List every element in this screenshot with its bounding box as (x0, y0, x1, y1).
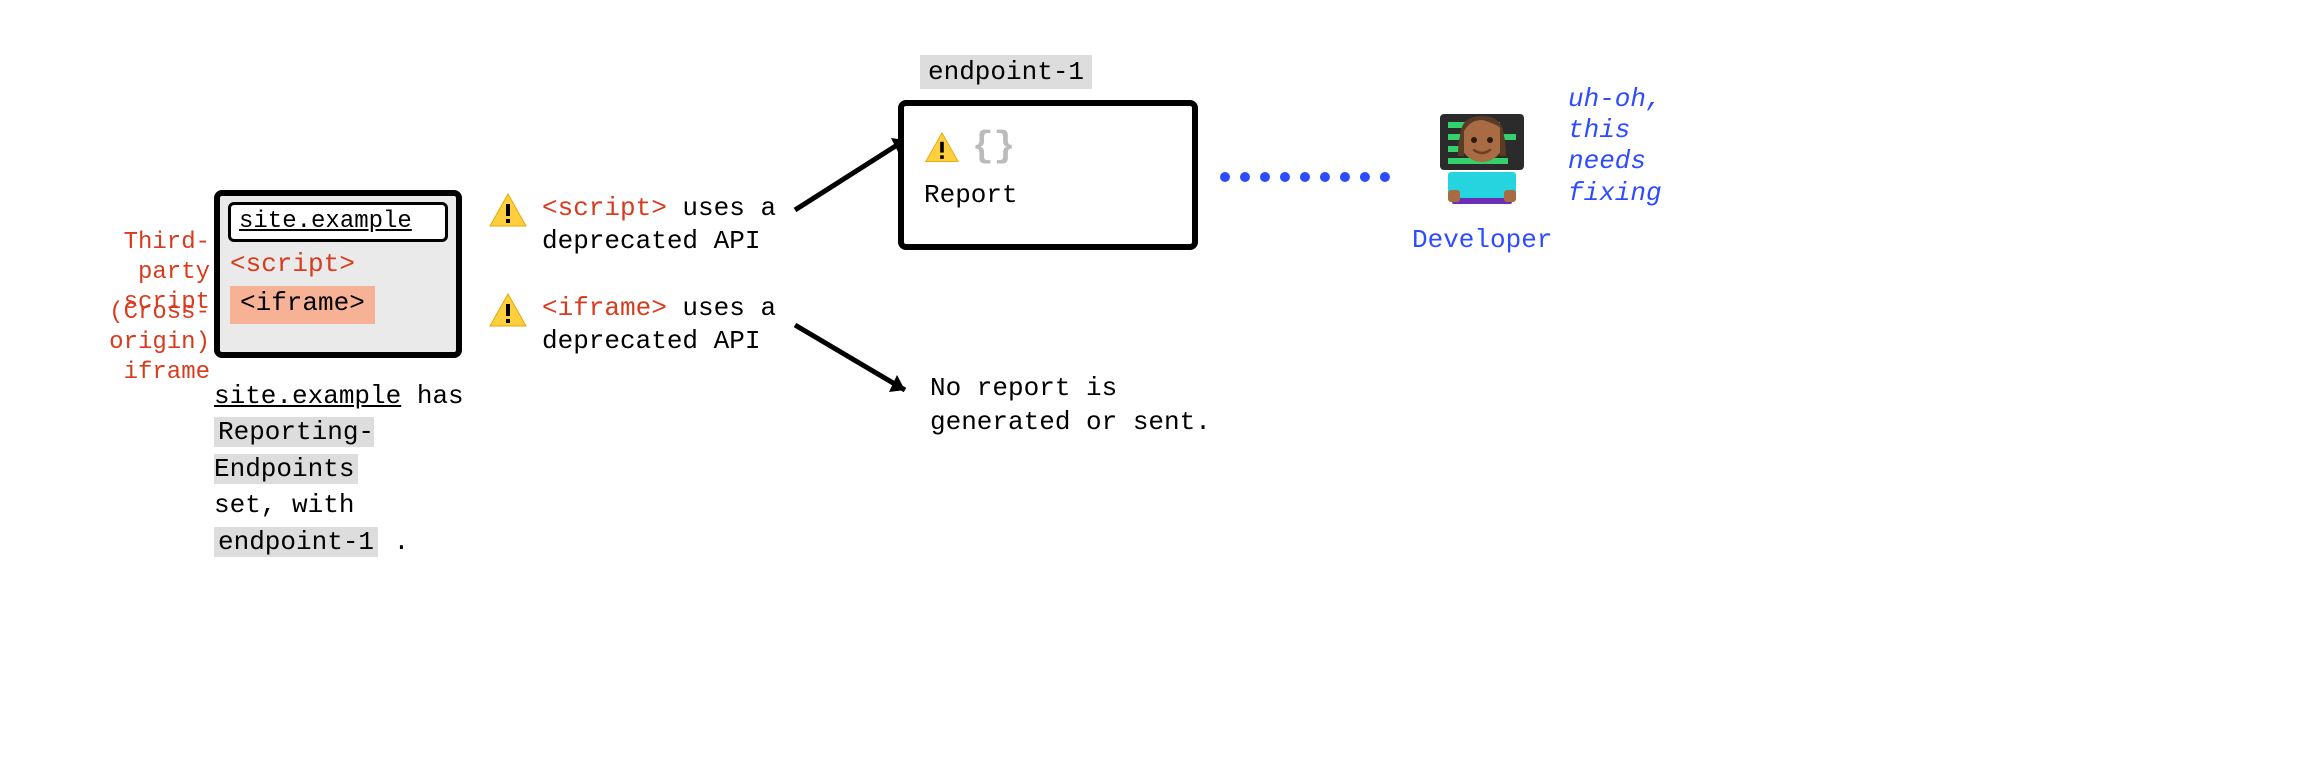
warning-icon (488, 192, 528, 228)
quote-line: needs (1568, 146, 1662, 177)
label-line: iframe (35, 358, 210, 388)
developer-figure: Developer (1412, 94, 1552, 257)
site-caption: site.example has Reporting-Endpoints set… (214, 378, 514, 560)
label-line: (Cross-origin) (35, 298, 210, 358)
no-report-line: No report is (930, 372, 1211, 406)
browser-window: site.example <script> <iframe> (214, 190, 462, 358)
caption-line: set, with endpoint-1 . (214, 487, 514, 560)
dotted-connector (1220, 172, 1390, 182)
caption-text: . (378, 527, 409, 557)
caption-site: site.example (214, 381, 401, 411)
developer-emoji-icon (1422, 94, 1542, 214)
warning-text: <iframe> uses a deprecated API (542, 292, 776, 357)
warning-icon (488, 292, 528, 328)
endpoint-label: endpoint-1 (920, 55, 1092, 89)
caption-line: Reporting-Endpoints (214, 414, 514, 487)
quote-line: uh-oh, (1568, 84, 1662, 115)
script-tag-label: <script> (230, 248, 446, 281)
quote-line: this (1568, 115, 1662, 146)
warning-line2: deprecated API (542, 225, 776, 258)
warning-rest: uses a (667, 293, 776, 323)
report-label: Report (924, 179, 1172, 212)
developer-label: Developer (1412, 224, 1552, 257)
endpoint-label-wrap: endpoint-1 (920, 56, 1092, 89)
warning-code: <script> (542, 193, 667, 223)
developer-quote: uh-oh, this needs fixing (1568, 84, 1662, 209)
warning-line2: deprecated API (542, 325, 776, 358)
caption-header: Reporting-Endpoints (214, 417, 374, 483)
warning-icon (924, 131, 960, 163)
cross-origin-iframe-label: (Cross-origin) iframe (35, 298, 210, 388)
endpoint-box: {} Report (898, 100, 1198, 250)
quote-line: fixing (1568, 178, 1662, 209)
iframe-tag-label: <iframe> (230, 286, 375, 324)
caption-line: site.example has (214, 378, 514, 414)
warning-rest: uses a (667, 193, 776, 223)
arrow-down-icon (795, 315, 920, 405)
label-line: Third-party (60, 228, 210, 288)
warning-iframe: <iframe> uses a deprecated API (488, 292, 776, 357)
no-report-line: generated or sent. (930, 406, 1211, 440)
warning-text: <script> uses a deprecated API (542, 192, 776, 257)
warning-code: <iframe> (542, 293, 667, 323)
warning-script: <script> uses a deprecated API (488, 192, 776, 257)
caption-rest: has (401, 381, 463, 411)
caption-endpoint: endpoint-1 (214, 527, 378, 557)
braces-icon: {} (972, 124, 1015, 169)
url-bar: site.example (228, 202, 448, 242)
caption-text: set, with (214, 490, 354, 520)
endpoint-icons: {} (924, 124, 1172, 169)
no-report-text: No report is generated or sent. (930, 372, 1211, 440)
